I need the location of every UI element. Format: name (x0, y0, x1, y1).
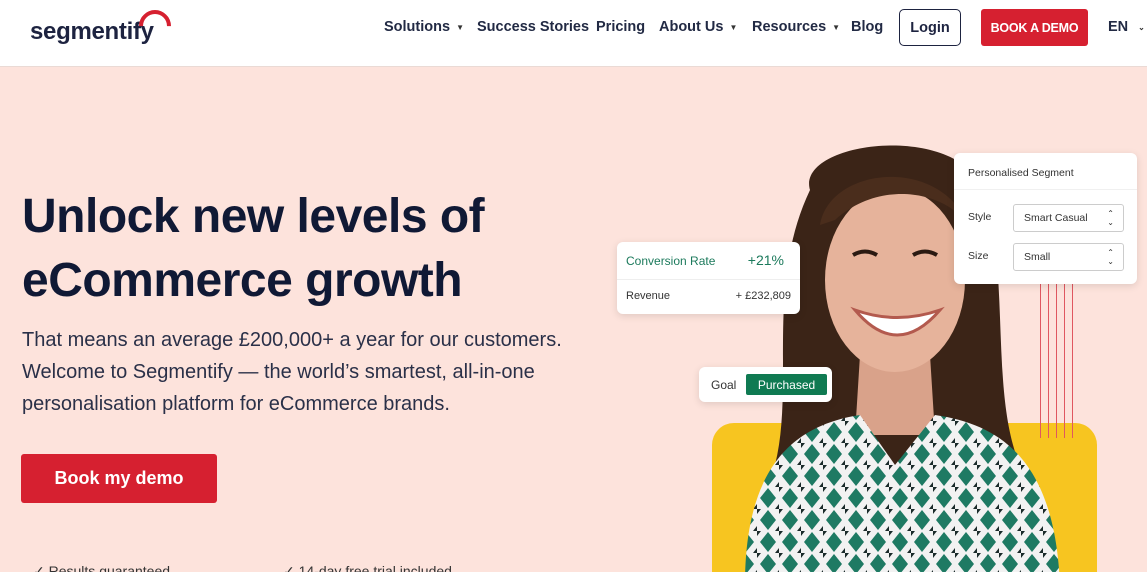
login-button[interactable]: Login (899, 9, 961, 46)
book-my-demo-button[interactable]: Book my demo (21, 454, 217, 503)
chevron-down-icon: ⌄ (1138, 22, 1145, 32)
caret-down-icon: ▼ (832, 22, 841, 32)
nav-pricing[interactable]: Pricing (596, 19, 645, 35)
hero-subtitle: That means an average £200,000+ a year f… (22, 329, 562, 415)
nav-success-stories[interactable]: Success Stories (477, 19, 589, 35)
language-selector[interactable]: EN ⌄ (1108, 19, 1145, 35)
nav-label: About Us (659, 19, 724, 35)
site-header: segmentify Solutions ▼ Success Stories P… (0, 0, 1147, 67)
nav-label: Solutions (384, 19, 451, 35)
nav-label: Resources (752, 19, 827, 35)
conversion-label: Conversion Rate (626, 254, 716, 268)
conversion-card: Conversion Rate +21% Revenue + £232,809 (617, 242, 800, 314)
perk-item: ✓ 14-day free trial included (283, 563, 452, 572)
perk-label: 14-day free trial included (298, 563, 452, 572)
size-select[interactable]: Small ⌃ ⌄ (1013, 243, 1124, 271)
nav-about-us[interactable]: About Us ▼ (659, 19, 737, 35)
segment-title: Personalised Segment (968, 167, 1074, 179)
logo[interactable]: segmentify (30, 18, 154, 46)
goal-label: Goal (711, 378, 737, 392)
style-select[interactable]: Smart Casual ⌃ ⌄ (1013, 204, 1124, 232)
nav-label: Success Stories (477, 19, 590, 35)
nav-solutions[interactable]: Solutions ▼ (384, 19, 464, 35)
divider (954, 189, 1137, 190)
revenue-label: Revenue (626, 290, 671, 302)
perk-label: Results guaranteed (48, 563, 171, 572)
style-value: Smart Casual (1024, 212, 1088, 224)
divider (617, 279, 800, 280)
updown-chevron-icon: ⌃ ⌄ (1107, 209, 1114, 227)
revenue-value: + £232,809 (735, 290, 791, 302)
book-demo-button[interactable]: BOOK A DEMO (981, 9, 1088, 46)
nav-resources[interactable]: Resources ▼ (752, 19, 840, 35)
segment-card: Personalised Segment Style Smart Casual … (954, 153, 1137, 284)
hero-title: Unlock new levels of eCommerce growth (22, 190, 485, 307)
caret-down-icon: ▼ (729, 22, 738, 32)
conversion-value: +21% (747, 252, 784, 268)
goal-badge: Purchased (746, 374, 827, 395)
nav-blog[interactable]: Blog (851, 19, 883, 35)
nav-label: Blog (851, 19, 884, 35)
nav-label: Pricing (596, 19, 646, 35)
style-label: Style (968, 211, 992, 223)
check-icon: ✓ (33, 563, 45, 572)
language-label: EN (1108, 19, 1129, 35)
perk-item: ✓ Results guaranteed (33, 563, 170, 572)
size-label: Size (968, 250, 989, 262)
goal-card: Goal Purchased (699, 367, 832, 402)
caret-down-icon: ▼ (456, 22, 464, 32)
size-value: Small (1024, 251, 1051, 263)
decorative-lines (1040, 278, 1080, 438)
updown-chevron-icon: ⌃ ⌄ (1107, 248, 1114, 266)
check-icon: ✓ (283, 563, 295, 572)
